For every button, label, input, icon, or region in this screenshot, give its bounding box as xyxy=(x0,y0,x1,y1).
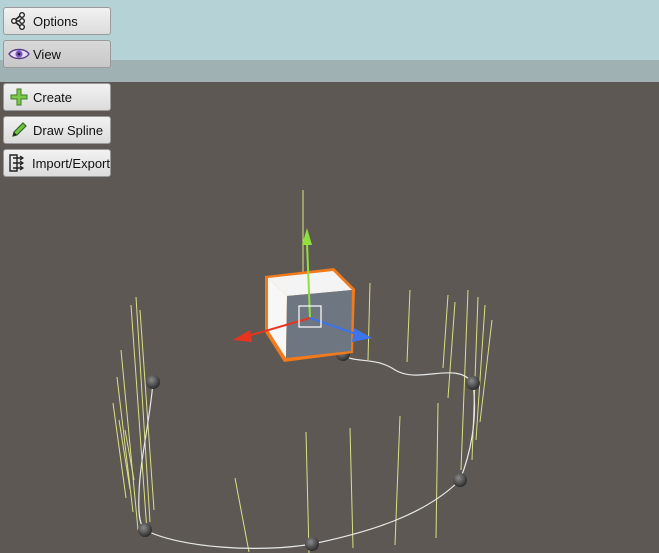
draw-spline-button[interactable]: Draw Spline xyxy=(3,116,111,144)
create-button[interactable]: Create xyxy=(3,83,111,111)
view-label: View xyxy=(33,46,61,62)
import-export-button[interactable]: Import/Export xyxy=(3,149,111,177)
draw-spline-label: Draw Spline xyxy=(33,122,104,138)
pencil-icon xyxy=(8,119,30,141)
control-point[interactable] xyxy=(453,473,467,487)
gizmo-x-arrow[interactable] xyxy=(233,330,252,342)
control-point[interactable] xyxy=(138,523,152,537)
control-point[interactable] xyxy=(466,376,480,390)
control-point[interactable] xyxy=(305,537,319,551)
control-point[interactable] xyxy=(146,375,160,389)
eye-icon xyxy=(8,43,30,65)
create-label: Create xyxy=(33,89,73,105)
node-tree-icon xyxy=(8,10,30,32)
import-export-icon xyxy=(8,152,29,174)
import-export-label: Import/Export xyxy=(31,155,110,171)
plus-icon xyxy=(8,86,30,108)
cube-front-face xyxy=(286,290,352,358)
view-button[interactable]: View xyxy=(3,40,111,68)
options-label: Options xyxy=(33,13,78,29)
options-button[interactable]: Options xyxy=(3,7,111,35)
